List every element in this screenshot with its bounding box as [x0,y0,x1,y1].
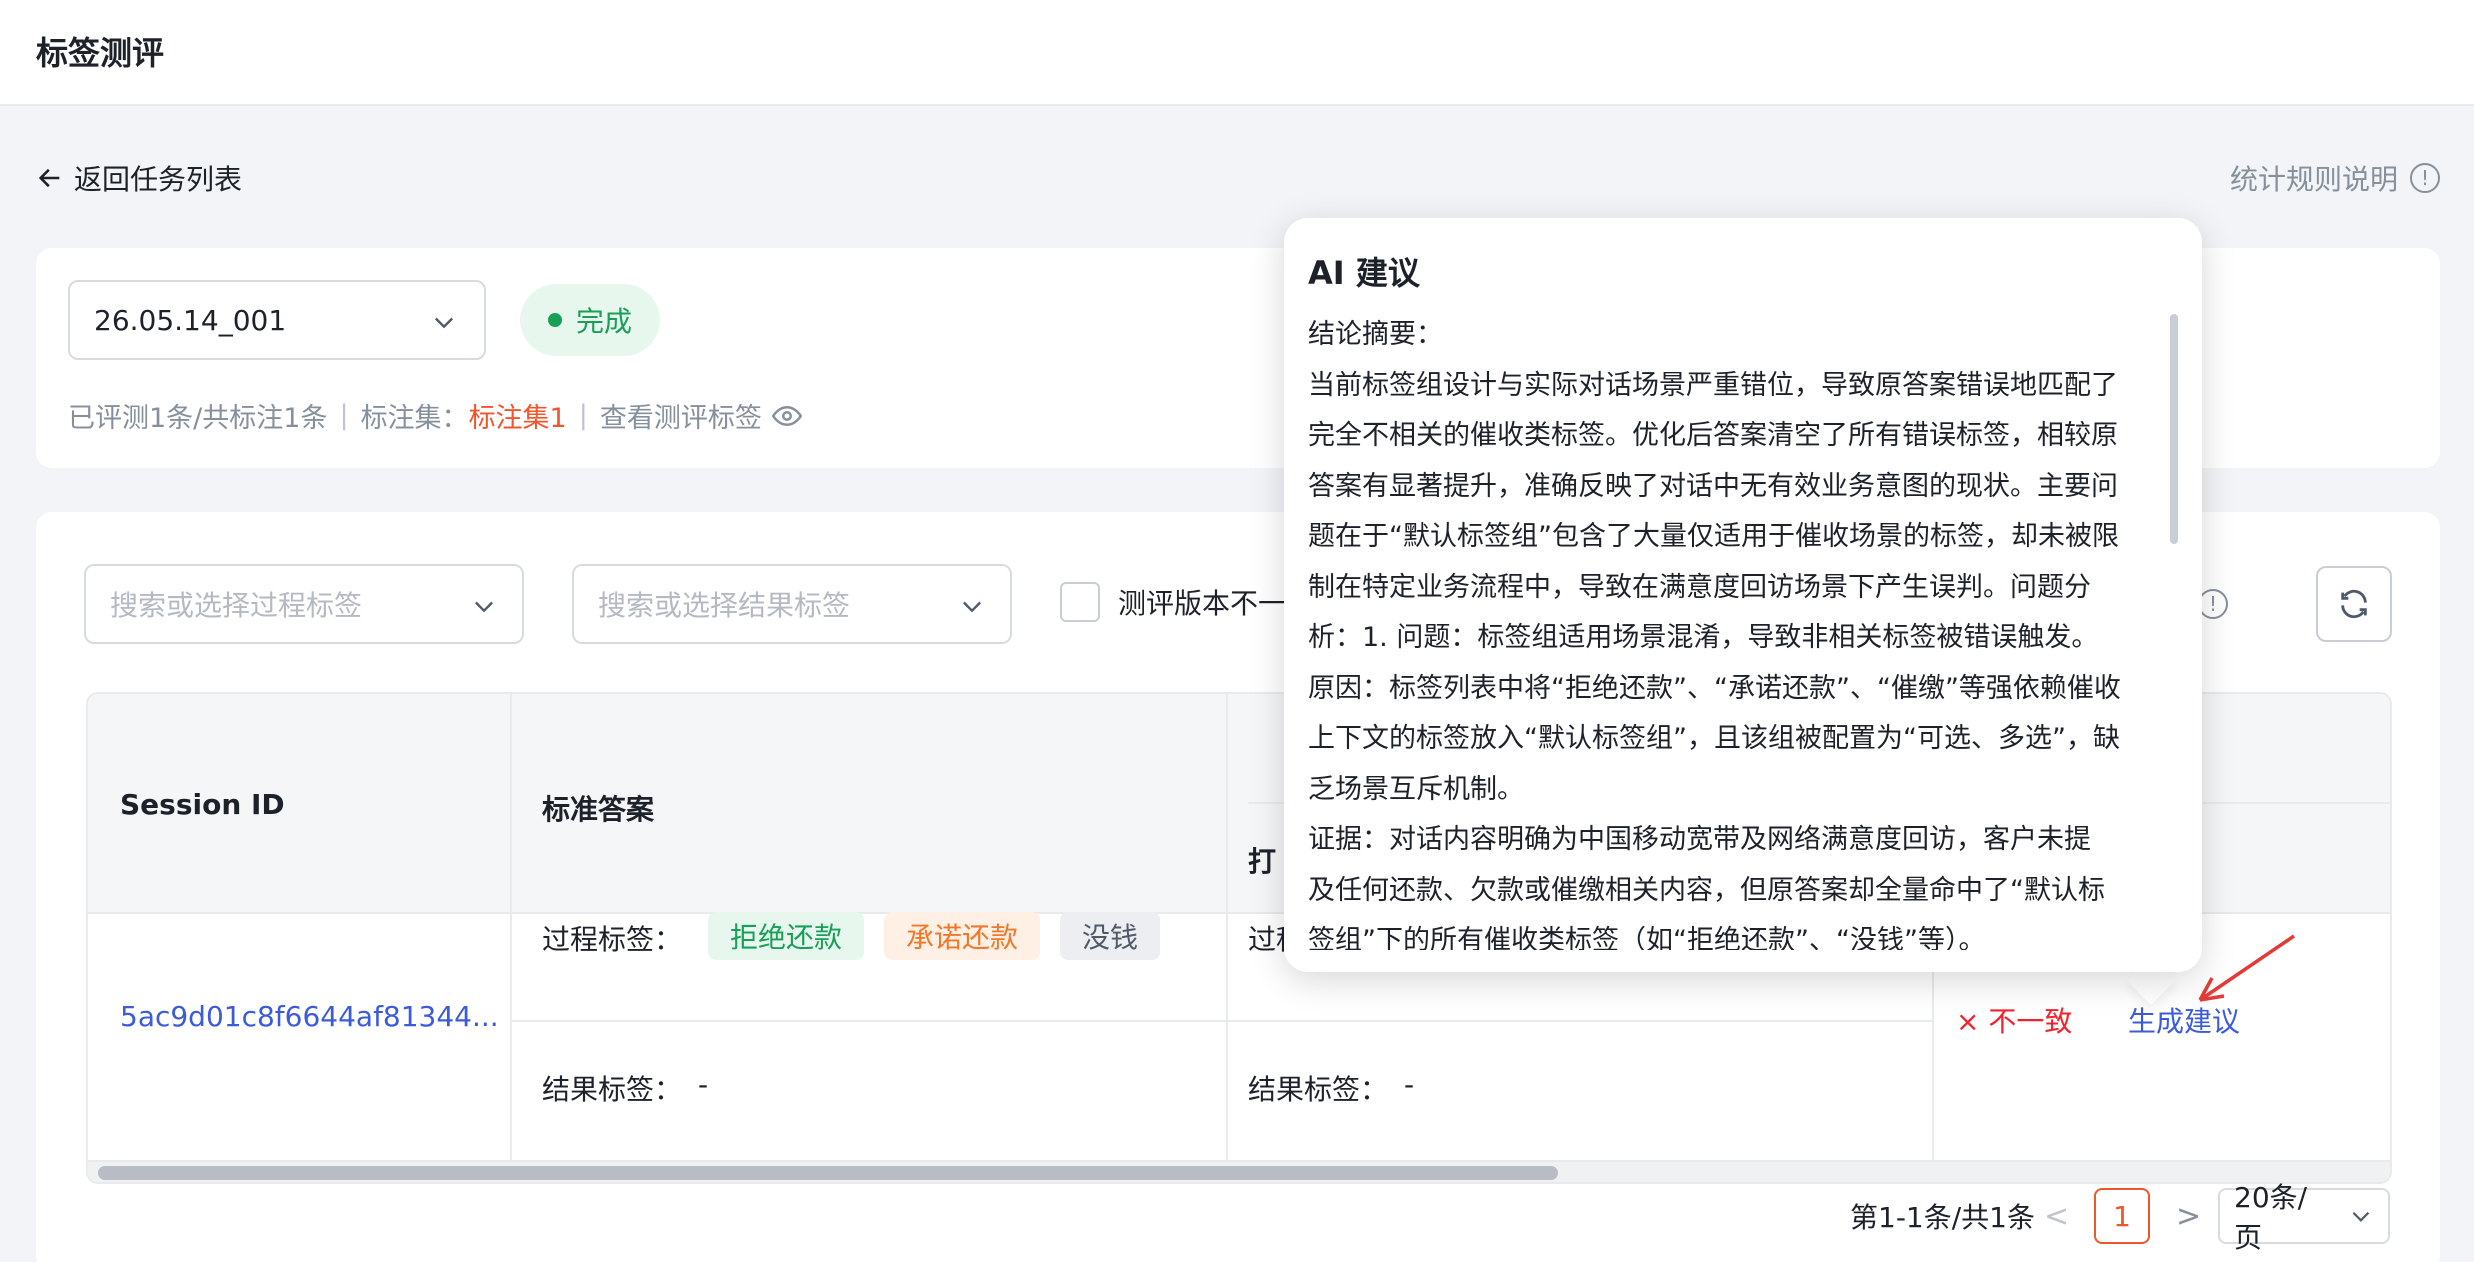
popover-line: 结论摘要： [1308,319,1443,350]
info-icon: ! [2198,589,2229,619]
version-mismatch-checkbox[interactable] [1060,582,1100,622]
next-page-button[interactable]: > [2176,1188,2201,1244]
popover-line: 证据：对话内容明确为中国移动宽带及网络满意度回访，客户未提 [1308,824,2091,855]
scoring-result-label: 结果标签： [1248,1073,1389,1106]
top-bar: 标签测评 [0,0,2474,106]
stats-rules-help[interactable]: 统计规则说明 ! [2230,158,2440,198]
divider: | [339,400,349,431]
ai-suggestion-popover: AI 建议 结论摘要： 当前标签组设计与实际对话场景严重错位，导致原答案错误地匹… [1284,218,2202,972]
arrow-left-icon [38,168,60,188]
label-set-link[interactable]: 标注集1 [469,396,567,435]
result-value: - [698,1068,709,1101]
popover-line: 题在于“默认标签组”包含了大量仅适用于催收场景的标签，却未被限 [1308,521,2119,552]
column-standard-answer: 标准答案 [542,793,655,826]
version-mismatch-filter[interactable]: 测评版本不一 [1060,582,1286,622]
column-session-id: Session ID [120,788,285,821]
process-label: 过程标签： [542,923,683,956]
chevron-down-icon [2352,1212,2370,1222]
refresh-icon [2341,589,2367,619]
view-tags-link[interactable]: 查看测评标签 [600,396,762,435]
popover-content: 结论摘要： 当前标签组设计与实际对话场景严重错位，导致原答案错误地匹配了 完全不… [1308,310,2148,950]
version-select[interactable]: 26.05.14_001 [68,280,486,360]
page-size-select[interactable]: 20条/页 [2218,1181,2390,1254]
refresh-button[interactable] [2316,566,2392,642]
divider: | [578,400,588,431]
scrollbar-thumb[interactable] [98,1166,1558,1180]
status-badge: 完成 [520,284,661,356]
scoring-result-value: - [1404,1068,1415,1101]
page-title: 标签测评 [36,34,165,72]
page-1-button[interactable]: 1 [2094,1188,2150,1244]
column-divider [510,694,512,1164]
status-dot-icon [548,313,562,327]
result-tag-filter[interactable]: 搜索或选择结果标签 [572,564,1012,644]
stats-help-label: 统计规则说明 [2229,163,2398,196]
popover-line: 当前标签组设计与实际对话场景严重错位，导致原答案错误地匹配了 [1308,369,2118,401]
tag-refuse-repay: 拒绝还款 [708,912,865,960]
pagination-total: 第1-1条/共1条 [1850,1201,2035,1234]
popover-line: 上下文的标签放入“默认标签组”，且该组被配置为“可选、多选”，缺 [1308,723,2120,754]
eye-icon[interactable] [771,401,802,431]
version-mismatch-label: 测评版本不一 [1118,587,1287,620]
popover-line: 乏场景互斥机制。 [1308,773,1524,805]
mismatch-status: × 不一致 [1956,1005,2073,1038]
chevron-down-icon [475,601,493,613]
prev-page-button[interactable]: < [2044,1188,2069,1244]
popover-line: 签组”下的所有催收类标签（如“拒绝还款”、“没钱”等）。 [1308,925,1986,950]
chevron-down-icon [963,601,981,613]
popover-line: 原因：标签列表中将“拒绝还款”、“承诺还款”、“催缴”等强依赖催收 [1308,672,2121,704]
result-label: 结果标签： [542,1073,683,1106]
info-icon: ! [2410,163,2440,193]
horizontal-scrollbar[interactable] [88,1160,2390,1182]
version-value: 26.05.14_001 [94,303,287,337]
red-annotation-arrow-icon [2198,934,2295,1002]
task-meta: 已评测1条/共标注1条 | 标注集： 标注集1 | 查看测评标签 [68,396,802,435]
session-id-link[interactable]: 5ac9d01c8f6644af81344... [120,1000,499,1033]
process-tag-filter[interactable]: 搜索或选择过程标签 [84,564,524,644]
chevron-down-icon [435,317,453,329]
tag-no-money: 没钱 [1060,912,1161,960]
popover-line: 及任何还款、欠款或催缴相关内容，但原答案却全量命中了“默认标 [1308,874,2105,906]
tag-promise-repay: 承诺还款 [884,912,1041,960]
result-filter-placeholder: 搜索或选择结果标签 [598,589,851,622]
popover-line: 析：1. 问题：标签组适用场景混淆，导致非相关标签被错误触发。 [1308,622,2099,653]
popover-line: 完全不相关的催收类标签。优化后答案清空了所有错误标签，相较原 [1308,420,2118,451]
column-divider [1226,694,1228,1164]
popover-title: AI 建议 [1308,254,1420,292]
row-divider [510,1020,1932,1022]
status-text: 完成 [576,305,633,338]
column-scoring: 打 [1248,845,1277,878]
back-label: 返回任务列表 [74,163,243,196]
label-set-prefix: 标注集： [360,403,469,434]
popover-line: 制在特定业务流程中，导致在满意度回访场景下产生误判。问题分 [1308,571,2091,603]
back-to-task-list-link[interactable]: 返回任务列表 [36,158,242,198]
process-filter-placeholder: 搜索或选择过程标签 [110,589,363,622]
popover-line: 答案有显著提升，准确反映了对话中无有效业务意图的现状。主要问 [1308,470,2118,502]
page-size-value: 20条/页 [2234,1181,2308,1254]
popover-scrollbar[interactable] [2170,314,2178,544]
evaluation-summary: 已评测1条/共标注1条 [68,403,328,434]
